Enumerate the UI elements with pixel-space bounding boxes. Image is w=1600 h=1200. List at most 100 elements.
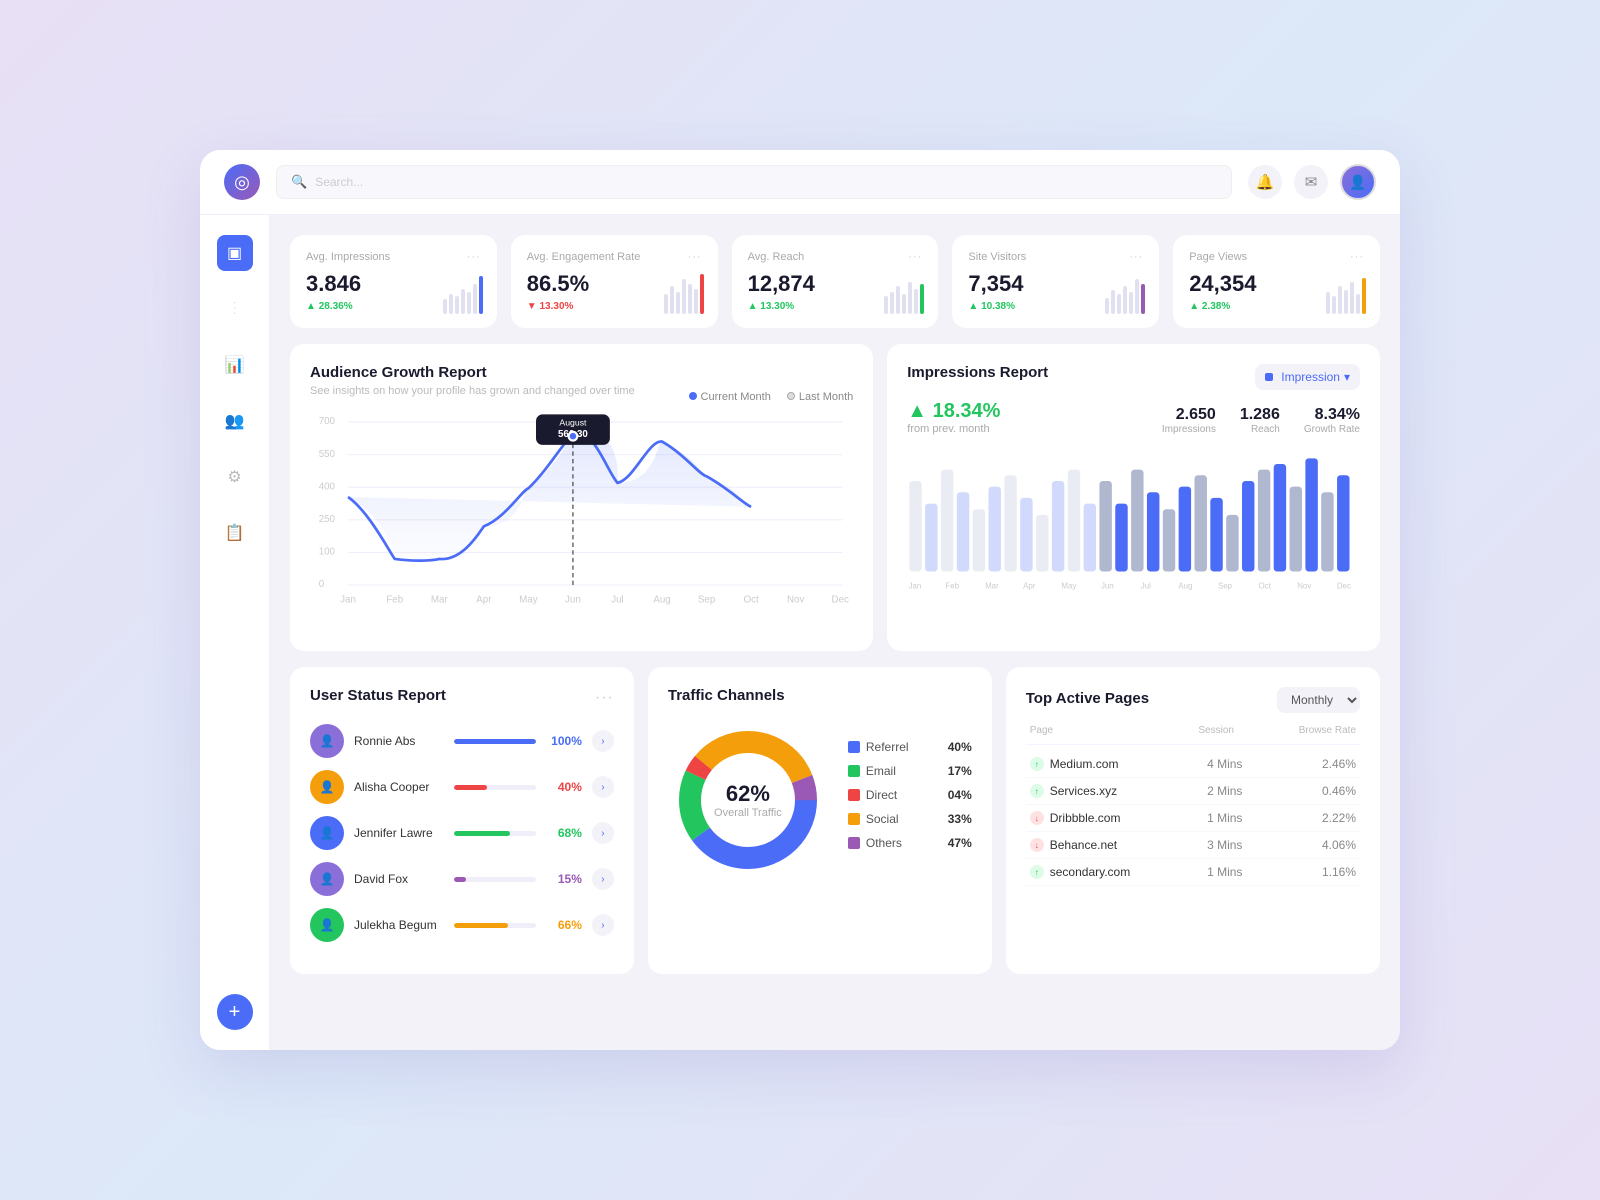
stat-card-reach: Avg. Reach ··· 12,874 ▲ 13.30% [732,235,939,328]
svg-text:August: August [559,417,587,427]
svg-text:May: May [519,594,538,605]
monthly-dropdown[interactable]: Monthly Weekly Daily [1277,687,1360,713]
page-browse-0: 2.46% [1269,757,1357,771]
traffic-color-email [848,765,860,777]
page-row-4: ↑ secondary.com 1 Mins 1.16% [1026,859,1360,886]
stat-card-engagement: Avg. Engagement Rate ··· 86.5% ▼ 13.30% [511,235,718,328]
stat-impressions-chart [443,274,483,314]
svg-text:0: 0 [319,579,325,590]
user-arrow-1[interactable]: › [592,776,614,798]
content-area: Avg. Impressions ··· 3.846 ▲ 28.36% [270,215,1400,1050]
user-name-2: Jennifer Lawre [354,826,444,840]
user-progress-track-3 [454,877,536,882]
sidebar-item-analytics[interactable]: 📊 [217,347,253,383]
traffic-item-direct: Direct 04% [848,788,972,802]
search-bar[interactable]: 🔍 Search... [276,165,1232,199]
impressions-bar-svg: Jan Feb Mar Apr May Jun Jul Aug Sep Oct … [907,447,1360,594]
impressions-dropdown[interactable]: Impression ▾ [1255,364,1360,390]
stat-impressions-menu[interactable]: ··· [467,251,481,263]
col-session-header: Session [1170,725,1263,736]
user-progress-fill-2 [454,831,510,836]
user-row-2: 👤 Jennifer Lawre 68% › [310,816,614,850]
svg-text:Jul: Jul [1141,581,1151,590]
page-session-4: 1 Mins [1181,865,1269,879]
traffic-title: Traffic Channels [668,687,972,704]
page-row-1: ↑ Services.xyz 2 Mins 0.46% [1026,778,1360,805]
overall-pct: 62% [714,781,782,807]
user-progress-fill-1 [454,785,487,790]
traffic-item-email: Email 17% [848,764,972,778]
bottom-row: User Status Report ··· 👤 Ronnie Abs 100%… [290,667,1380,974]
svg-text:Jan: Jan [909,581,922,590]
traffic-color-referrel [848,741,860,753]
stat-reach-title: Avg. Reach [748,251,805,263]
user-status-menu[interactable]: ··· [595,689,614,707]
impressions-growth: ▲ 18.34% [907,400,1000,423]
stat-engagement-menu[interactable]: ··· [688,251,702,263]
stat-card-pageviews: Page Views ··· 24,354 ▲ 2.38% [1173,235,1380,328]
stat-pageviews-chart [1326,274,1366,314]
user-arrow-4[interactable]: › [592,914,614,936]
charts-row: Audience Growth Report See insights on h… [290,344,1380,651]
header-right: 🔔 ✉ 👤 [1248,164,1376,200]
stat-reach-chart [884,274,924,314]
reach-label: Reach [1240,424,1280,435]
traffic-color-direct [848,789,860,801]
user-avatar-0: 👤 [310,724,344,758]
svg-text:Jan: Jan [340,594,356,605]
svg-text:Mar: Mar [431,594,449,605]
stat-engagement-chart [664,274,704,314]
trend-icon-3: ↓ [1030,838,1044,852]
user-progress-fill-3 [454,877,466,882]
page-browse-4: 1.16% [1269,865,1357,879]
sidebar-item-settings[interactable]: ⚙ [217,459,253,495]
col-browse-header: Browse Rate [1263,725,1356,736]
user-pct-0: 100% [546,734,582,748]
user-arrow-0[interactable]: › [592,730,614,752]
sidebar-item-dashboard[interactable]: ▣ [217,235,253,271]
traffic-pct-social: 33% [948,812,972,826]
impressions-label: Impressions [1162,424,1216,435]
sidebar-add-button[interactable]: + [217,994,253,1030]
user-pct-3: 15% [546,872,582,886]
page-browse-3: 4.06% [1269,838,1357,852]
traffic-item-others: Others 47% [848,836,972,850]
page-name-0: Medium.com [1050,757,1181,771]
svg-text:250: 250 [319,514,336,525]
svg-text:Dec: Dec [832,594,849,605]
svg-text:Sep: Sep [698,594,716,605]
user-avatar[interactable]: 👤 [1340,164,1376,200]
stat-cards-row: Avg. Impressions ··· 3.846 ▲ 28.36% [290,235,1380,328]
stat-visitors-menu[interactable]: ··· [1129,251,1143,263]
svg-text:Nov: Nov [1297,581,1311,590]
stat-reach-menu[interactable]: ··· [908,251,922,263]
sidebar-item-users[interactable]: 👥 [217,403,253,439]
sidebar-item-reports[interactable]: 📋 [217,515,253,551]
user-progress-track-1 [454,785,536,790]
trend-icon-1: ↑ [1030,784,1044,798]
bell-icon[interactable]: 🔔 [1248,165,1282,199]
search-icon: 🔍 [291,174,307,190]
user-avatar-3: 👤 [310,862,344,896]
main-layout: ▣ ··· 📊 👥 ⚙ 📋 + Avg. Impressions ··· 3.8… [200,215,1400,1050]
user-arrow-3[interactable]: › [592,868,614,890]
growth-rate-label: Growth Rate [1304,424,1360,435]
traffic-pct-others: 47% [948,836,972,850]
page-row-0: ↑ Medium.com 4 Mins 2.46% [1026,751,1360,778]
user-pct-4: 66% [546,918,582,932]
page-session-2: 1 Mins [1181,811,1269,825]
user-progress-track-0 [454,739,536,744]
user-pct-1: 40% [546,780,582,794]
pages-col-headers: Page Session Browse Rate [1026,725,1360,745]
svg-text:Sep: Sep [1218,581,1233,590]
stat-pageviews-menu[interactable]: ··· [1350,251,1364,263]
user-row-1: 👤 Alisha Cooper 40% › [310,770,614,804]
user-avatar-2: 👤 [310,816,344,850]
page-browse-2: 2.22% [1269,811,1357,825]
svg-text:Nov: Nov [787,594,804,605]
user-progress-track-2 [454,831,536,836]
page-name-3: Behance.net [1050,838,1181,852]
svg-text:400: 400 [319,481,336,492]
user-arrow-2[interactable]: › [592,822,614,844]
mail-icon[interactable]: ✉ [1294,165,1328,199]
